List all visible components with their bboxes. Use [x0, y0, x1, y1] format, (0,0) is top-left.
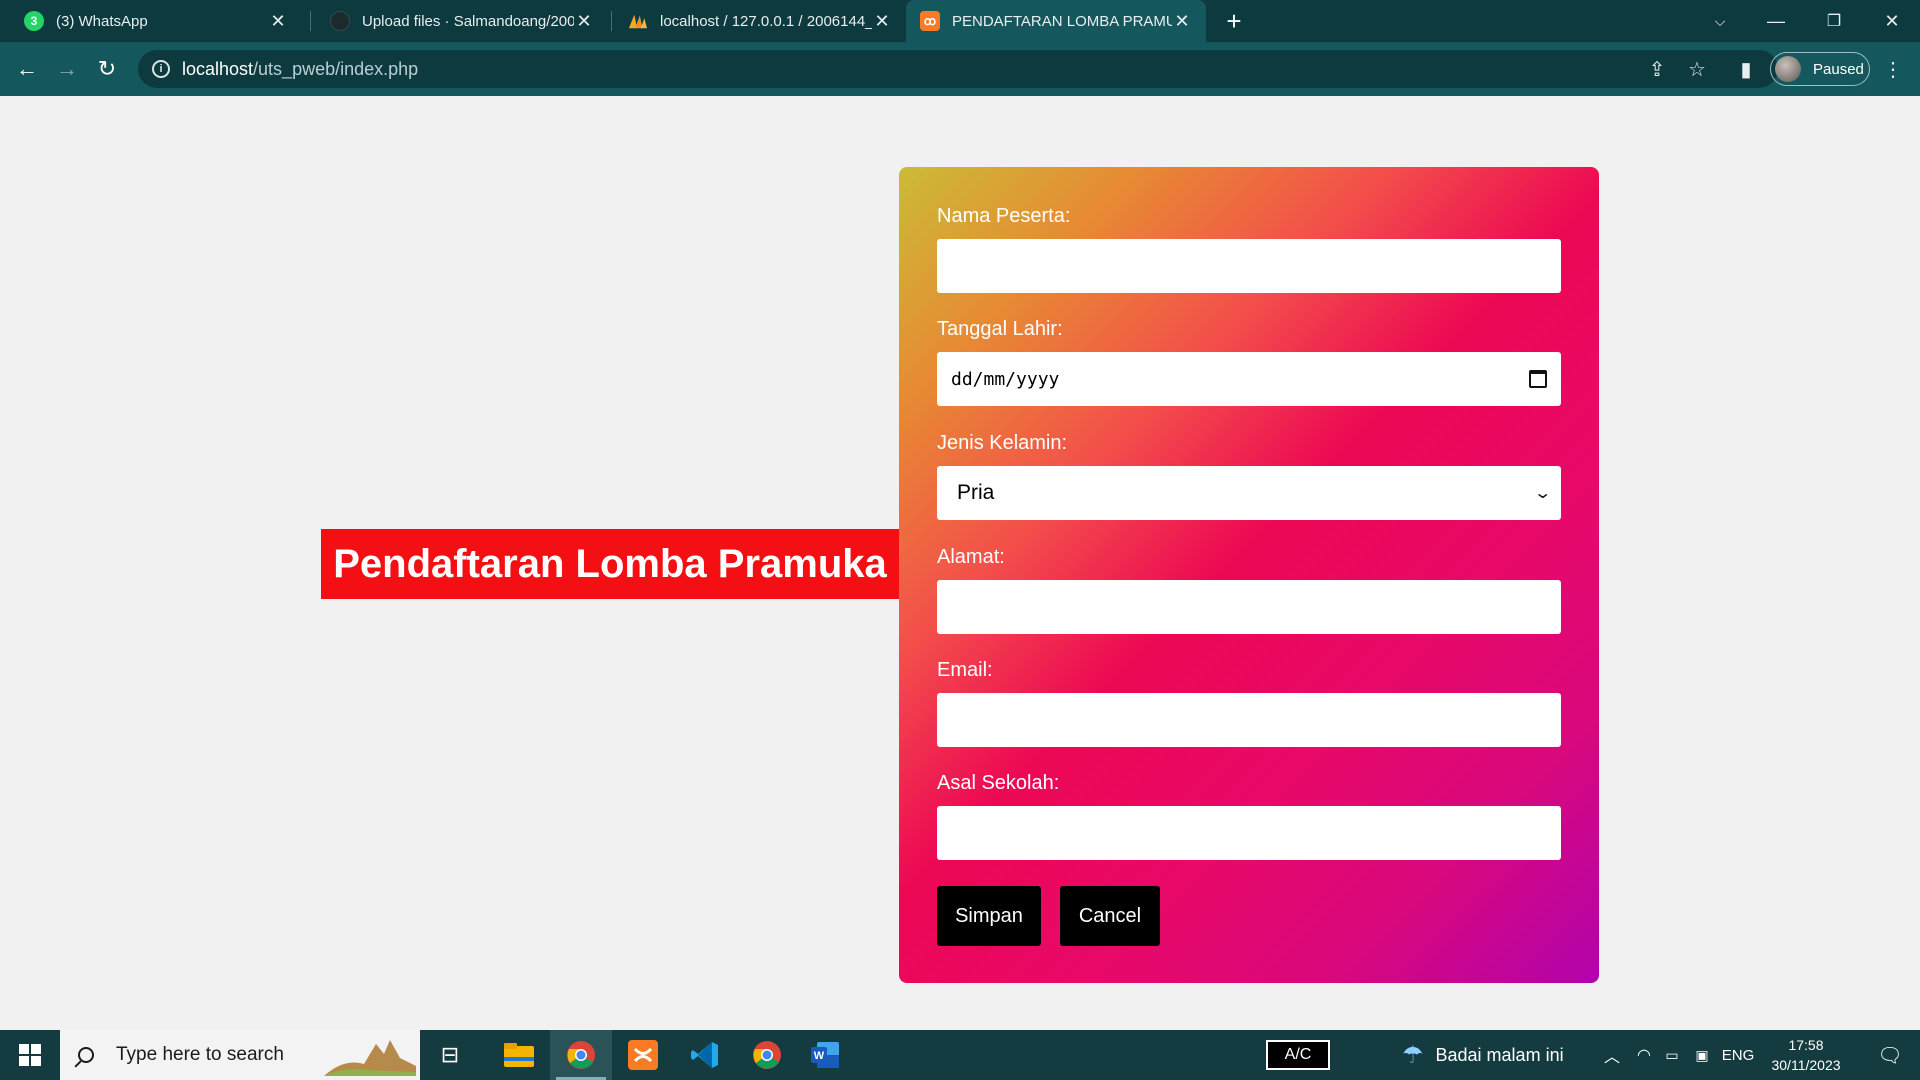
url-host: localhost — [182, 58, 254, 79]
notifications-icon[interactable]: 🗨 — [1866, 1030, 1914, 1080]
menu-kebab-icon[interactable]: ⋮ — [1880, 56, 1906, 82]
weather-widget[interactable]: ☂ Badai malam ini — [1402, 1030, 1582, 1080]
side-panel-icon[interactable]: ▮ — [1733, 56, 1759, 82]
date-placeholder: dd/mm/yyyy — [951, 368, 1060, 390]
field-label-nama: Nama Peserta: — [937, 205, 1071, 227]
clock-time: 17:58 — [1788, 1037, 1824, 1053]
tab-pendaftaran[interactable]: ꝏ PENDAFTARAN LOMBA PRAMUKA ✕ — [906, 0, 1206, 42]
tab-search-icon[interactable]: ⌵ — [1692, 0, 1748, 42]
jenis-kelamin-select[interactable]: Pria ⌄ — [937, 466, 1561, 520]
svg-text:W: W — [814, 1050, 825, 1062]
tab-github-upload[interactable]: Upload files · Salmandoang/2006144_ ✕ — [316, 0, 608, 42]
chrome-icon[interactable] — [550, 1030, 612, 1080]
github-icon — [330, 11, 350, 31]
start-button[interactable] — [0, 1030, 60, 1080]
search-placeholder: Type here to search — [116, 1044, 284, 1065]
search-icon — [78, 1047, 94, 1063]
avatar — [1775, 56, 1801, 82]
wifi-icon[interactable]: ◠ — [1632, 1030, 1656, 1080]
tab-divider — [310, 11, 311, 31]
clock-date: 30/11/2023 — [1771, 1057, 1841, 1073]
select-value: Pria — [957, 481, 995, 504]
nama-peserta-input[interactable] — [937, 239, 1561, 293]
field-label-email: Email: — [937, 659, 993, 681]
registration-form: Nama Peserta: Tanggal Lahir: dd/mm/yyyy … — [899, 167, 1599, 983]
back-button[interactable]: ← — [12, 54, 42, 84]
tab-divider — [611, 11, 612, 31]
cancel-button[interactable]: Cancel — [1060, 886, 1160, 946]
url-path: /uts_pweb/index.php — [253, 58, 419, 79]
tab-whatsapp[interactable]: 3 (3) WhatsApp ✕ — [10, 0, 302, 42]
xampp-icon[interactable] — [612, 1030, 674, 1080]
asal-sekolah-input[interactable] — [937, 806, 1561, 860]
ac-indicator[interactable]: A/C — [1266, 1040, 1330, 1070]
rain-umbrella-icon: ☂ — [1402, 1041, 1424, 1069]
minimize-button[interactable]: — — [1748, 0, 1804, 42]
weather-text: Badai malam ini — [1435, 1044, 1564, 1065]
search-highlight-icon — [324, 1040, 416, 1076]
forward-button[interactable]: → — [52, 54, 82, 84]
field-label-asal-sekolah: Asal Sekolah: — [937, 772, 1060, 794]
new-tab-button[interactable]: + — [1218, 0, 1250, 42]
meet-now-icon[interactable]: ▣ — [1690, 1030, 1714, 1080]
address-bar[interactable]: i localhost/uts_pweb/index.php — [138, 50, 1778, 88]
tab-phpmyadmin[interactable]: localhost / 127.0.0.1 / 2006144_s ✕ — [614, 0, 906, 42]
bookmark-star-icon[interactable]: ☆ — [1684, 56, 1710, 82]
browser-toolbar: ← → ↻ i localhost/uts_pweb/index.php ⇪ ☆… — [0, 42, 1920, 96]
tab-title: (3) WhatsApp — [56, 12, 148, 30]
simpan-button[interactable]: Simpan — [937, 886, 1041, 946]
close-icon[interactable]: ✕ — [268, 11, 288, 32]
email-input[interactable] — [937, 693, 1561, 747]
language-indicator[interactable]: ENG — [1720, 1030, 1756, 1080]
calendar-icon[interactable] — [1529, 370, 1547, 388]
profile-button[interactable]: Paused — [1770, 52, 1870, 86]
profile-status: Paused — [1813, 60, 1864, 78]
tab-strip: 3 (3) WhatsApp ✕ Upload files · Salmando… — [0, 0, 1920, 42]
battery-icon[interactable]: ▭ — [1660, 1030, 1684, 1080]
window-close-button[interactable]: ✕ — [1864, 0, 1920, 42]
tanggal-lahir-input[interactable]: dd/mm/yyyy — [937, 352, 1561, 406]
field-label-tanggal: Tanggal Lahir: — [937, 318, 1063, 340]
page-title: Pendaftaran Lomba Pramuka — [321, 529, 899, 599]
taskbar: Type here to search ⊟ W A/C ☂ Badai mala… — [0, 1030, 1920, 1080]
phpmyadmin-icon — [628, 11, 648, 31]
tab-title: PENDAFTARAN LOMBA PRAMUKA — [952, 12, 1172, 30]
xampp-icon: ꝏ — [920, 11, 940, 31]
tab-title: localhost / 127.0.0.1 / 2006144_s — [660, 12, 872, 30]
taskbar-search[interactable]: Type here to search — [60, 1030, 420, 1080]
windows-logo-icon — [19, 1044, 41, 1066]
file-explorer-icon[interactable] — [488, 1030, 550, 1080]
clock[interactable]: 17:58 30/11/2023 — [1764, 1030, 1848, 1080]
vscode-icon[interactable] — [674, 1030, 736, 1080]
close-icon[interactable]: ✕ — [574, 11, 594, 32]
restore-button[interactable]: ❐ — [1806, 0, 1862, 42]
reload-button[interactable]: ↻ — [92, 54, 122, 84]
close-icon[interactable]: ✕ — [1172, 11, 1192, 32]
tab-title: Upload files · Salmandoang/2006144_ — [362, 12, 574, 30]
whatsapp-icon: 3 — [24, 11, 44, 31]
word-icon[interactable]: W — [798, 1030, 852, 1080]
close-icon[interactable]: ✕ — [872, 11, 892, 32]
field-label-alamat: Alamat: — [937, 546, 1005, 568]
field-label-jenis-kelamin: Jenis Kelamin: — [937, 432, 1068, 454]
site-info-icon[interactable]: i — [152, 60, 170, 78]
show-hidden-icons-chevron-icon[interactable]: ︿ — [1600, 1030, 1624, 1080]
chevron-down-icon: ⌄ — [1532, 485, 1552, 502]
task-view-icon[interactable]: ⊟ — [428, 1030, 472, 1080]
chrome-icon[interactable] — [736, 1030, 798, 1080]
share-icon[interactable]: ⇪ — [1644, 56, 1670, 82]
alamat-input[interactable] — [937, 580, 1561, 634]
